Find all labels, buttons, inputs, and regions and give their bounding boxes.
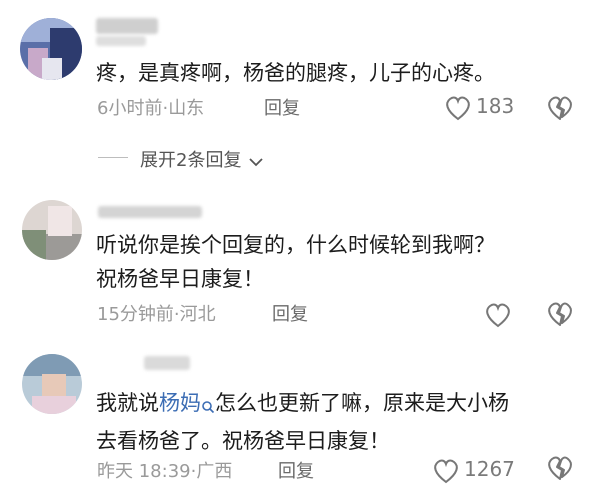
comment-text-line: 去看杨爸了。祝杨爸早日康复！ (96, 429, 390, 453)
reply-button[interactable]: 回复 (272, 300, 308, 326)
avatar[interactable] (22, 354, 82, 414)
comment-meta: 6小时前·山东 (97, 94, 204, 120)
heart-icon[interactable] (484, 302, 512, 328)
like-count: 183 (476, 94, 515, 118)
timestamp: 15分钟前 (97, 304, 174, 325)
comment-meta: 昨天 18:39·广西 (97, 457, 232, 483)
timestamp: 昨天 18:39 (97, 461, 191, 482)
location: 河北 (179, 304, 216, 325)
username-blurred[interactable] (98, 206, 202, 218)
broken-heart-icon[interactable] (546, 454, 574, 482)
location: 广西 (196, 461, 233, 482)
heart-icon[interactable] (432, 458, 460, 484)
text-segment: 我就说 (96, 391, 159, 415)
username-blurred[interactable] (144, 356, 190, 370)
like-count: 1267 (464, 457, 515, 481)
comment-text: 疼，是真疼啊，杨爸的腿疼，儿子的心疼。 (96, 56, 495, 90)
reply-button[interactable]: 回复 (264, 94, 300, 120)
username-blurred-2 (96, 36, 146, 46)
broken-heart-icon[interactable] (546, 300, 574, 328)
comment-text-line: 听说你是挨个回复的，什么时候轮到我啊？ (96, 233, 495, 257)
avatar[interactable] (22, 200, 82, 260)
timestamp: 6小时前 (97, 98, 163, 119)
comment-text: 听说你是挨个回复的，什么时候轮到我啊？ 祝杨爸早日康复！ (96, 228, 495, 296)
comment-meta: 15分钟前·河北 (97, 300, 216, 326)
expand-replies-link[interactable]: 展开2条回复 (140, 146, 263, 172)
text-segment: 怎么也更新了嘛，原来是大小杨 (215, 391, 509, 415)
comment-text-line: 祝杨爸早日康复！ (96, 267, 264, 291)
search-icon[interactable] (201, 390, 215, 424)
mention-link[interactable]: 杨妈 (159, 391, 201, 415)
username-blurred[interactable] (96, 18, 158, 34)
comment-text-line: 我就说杨妈 怎么也更新了嘛，原来是大小杨 (96, 386, 509, 424)
comment-text-line: 疼，是真疼啊，杨爸的腿疼，儿子的心疼。 (96, 61, 495, 85)
reply-button[interactable]: 回复 (278, 457, 314, 483)
expand-replies-label: 展开2条回复 (140, 150, 242, 171)
location: 山东 (168, 98, 205, 119)
broken-heart-icon[interactable] (546, 94, 574, 122)
expand-replies-divider (98, 157, 128, 158)
chevron-down-icon (249, 151, 263, 172)
comment-text: 我就说杨妈 怎么也更新了嘛，原来是大小杨 去看杨爸了。祝杨爸早日康复！ (96, 386, 509, 458)
avatar[interactable] (20, 18, 82, 80)
heart-icon[interactable] (444, 95, 472, 121)
